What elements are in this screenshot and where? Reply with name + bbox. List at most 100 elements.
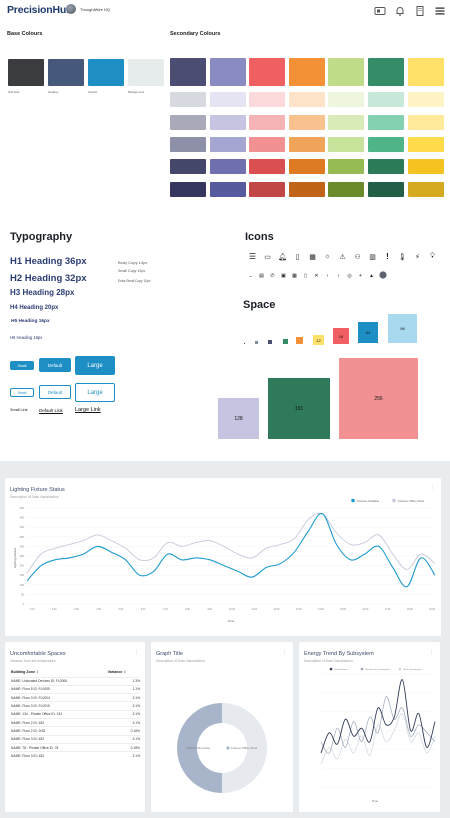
bell-icon[interactable]: [394, 4, 406, 16]
secondary-colour-swatch: [407, 115, 444, 130]
table-row[interactable]: NAME: 134 - Private Office ID: 134 3.1%: [11, 709, 140, 719]
base-colour-swatch: [88, 59, 124, 86]
x-tick-label: 2:00: [52, 608, 57, 611]
table-row[interactable]: NAME: Unlocated Devices ID: FL0006 1.3%: [11, 676, 140, 686]
large-link[interactable]: Large Link: [75, 407, 101, 413]
icon-row-1: ☰ ▭ 🔔︎ ▯ ▦ ☼ ⚠ ⚇ ▥ ! 🌡︎ ⚡︎ 💡︎: [245, 252, 440, 261]
x-tick-label: 8:00: [185, 608, 190, 611]
variance-cell: 3.1%: [107, 709, 140, 719]
default-filled-button[interactable]: Default: [39, 358, 71, 372]
legend-label[interactable]: Mechanical Consumption: [365, 668, 390, 671]
large-filled-button[interactable]: Large: [75, 356, 115, 375]
people-icon: ⚇: [354, 253, 361, 261]
x-tick-label: 4:00: [96, 608, 101, 611]
spaces-card-subtitle: Variance from set temperature: [10, 659, 56, 663]
variance-cell: 0.18%: [107, 726, 140, 736]
table-row[interactable]: NAME: Floor 3 ID: FL0015 3.1%: [11, 701, 140, 711]
secondary-colour-swatch: [249, 137, 286, 152]
more-options-icon[interactable]: ⋮: [134, 649, 139, 655]
table-row[interactable]: NAME: 78 - Private Office ID: 78 0.18%: [11, 742, 140, 752]
zone-cell: NAME: Floor 3 ID: FL0004: [11, 693, 108, 702]
space-box: [296, 337, 303, 344]
secondary-colour-swatch: [170, 159, 206, 174]
secondary-colour-swatch: [288, 137, 325, 152]
default-link[interactable]: Default Link: [39, 408, 63, 413]
grid-icon: ▦: [292, 273, 297, 279]
secondary-colour-swatch: [368, 92, 404, 107]
zone-cell: NAME: Floor 5 ID: FL0005: [11, 684, 108, 694]
target-icon: ◎: [347, 273, 352, 279]
donut-label: Fixtures Offline Shed: [231, 746, 258, 750]
icon-row-2: ⌄ ▤ ✆ ▣ ▦ ▯ ✕ ‹ › ◎ + ▲: [245, 271, 388, 281]
variance-cell: 3.1%: [107, 717, 140, 727]
hamburger-menu-icon[interactable]: [434, 4, 446, 16]
org-avatar: [66, 4, 76, 14]
legend-label[interactable]: Default Name: [334, 668, 348, 671]
table-row[interactable]: NAME: Floor 3 ID: 452 3.1%: [11, 751, 140, 760]
y-tick-label: 350: [20, 535, 25, 539]
h6-sample: H6 Heading 16px: [10, 335, 43, 340]
hamburger-icon: ☰: [248, 252, 257, 261]
icons-title: Icons: [245, 231, 274, 243]
x-tick-label: 14:00: [318, 608, 325, 611]
space-box: 16: [333, 328, 349, 344]
chevron-down-icon: ⌄: [248, 273, 253, 279]
base-colour-swatch: [48, 59, 84, 86]
small-outline-button[interactable]: Small: [10, 388, 34, 397]
secondary-colour-swatch: [328, 159, 365, 174]
y-tick-label: 400: [20, 525, 25, 529]
secondary-colour-swatch: [407, 92, 444, 107]
base-colour-swatch: [128, 59, 164, 86]
legend-dot: [351, 498, 355, 503]
small-link[interactable]: Small Link: [10, 408, 28, 412]
h3-sample: H3 Heading 28px: [10, 288, 75, 297]
id-card-icon: ▭: [264, 253, 271, 261]
base-colour-name: Sub Nav: [8, 90, 20, 94]
door-icon: ▯: [304, 273, 307, 279]
zone-cell: NAME: Floor 3 ID: FL0015: [11, 701, 108, 711]
exclamation-icon: !: [386, 252, 389, 261]
x-tick-label: 17:00: [385, 608, 392, 611]
space-box: 12: [313, 335, 324, 345]
table-row[interactable]: NAME: Floor 2 ID: 2r52 0.18%: [11, 726, 140, 736]
app-logo[interactable]: PrecisionHub: [7, 4, 72, 16]
energy-chart: Default Name Mechanical Consumption Plant …: [320, 667, 436, 803]
plus-icon: +: [359, 273, 362, 279]
legend-dot: [360, 667, 364, 671]
table-row[interactable]: NAME: Floor 3 ID: 452 3.1%: [11, 734, 140, 744]
body-copy-sample: Body Copy 14px: [118, 260, 148, 265]
x-tick-label: 9:00: [207, 608, 212, 611]
variance-cell: 3.1%: [107, 693, 140, 702]
y-axis-label: Lighting Fixtures: [13, 547, 17, 568]
legend-label[interactable]: Fixtures Offline Shed: [398, 499, 425, 503]
large-outline-button[interactable]: Large: [75, 383, 115, 402]
table-row[interactable]: NAME: Floor 3 ID: FL0004 3.1%: [11, 693, 140, 702]
table-row[interactable]: NAME: Floor 5 ID: FL0005 1.1%: [11, 684, 140, 694]
zone-cell: NAME: Floor 2 ID: 452: [11, 717, 108, 727]
x-tick-label: 15:00: [340, 608, 347, 611]
space-box: [255, 341, 258, 344]
building-icon[interactable]: [414, 4, 426, 16]
secondary-colour-swatch: [407, 182, 444, 197]
col-variance[interactable]: Variance ⇕: [108, 667, 140, 677]
legend-label[interactable]: Plant Consumption: [403, 668, 422, 671]
legend-label[interactable]: Fixtures Available: [357, 499, 379, 503]
secondary-colour-swatch: [328, 137, 365, 152]
small-filled-button[interactable]: Small: [10, 361, 34, 370]
h1-sample: H1 Heading 36px: [10, 256, 87, 267]
variance-cell: 1.1%: [107, 684, 140, 694]
space-box: 256: [339, 358, 418, 439]
table-row[interactable]: NAME: Floor 2 ID: 452 3.1%: [11, 717, 140, 727]
secondary-colour-swatch: [170, 182, 206, 197]
x-tick-label: 12:00: [273, 608, 280, 611]
col-building-zone[interactable]: Building Zone ⇕: [11, 667, 108, 677]
zone-cell: NAME: Unlocated Devices ID: FL0006: [11, 676, 108, 686]
monitor-icon[interactable]: [374, 4, 386, 16]
secondary-colour-swatch: [288, 115, 325, 130]
h4-sample: H4 Heading 20px: [10, 305, 59, 311]
zone-cell: NAME: Floor 2 ID: 2r52: [11, 726, 108, 736]
zone-cell: NAME: 134 - Private Office ID: 134: [11, 709, 108, 719]
x-tick-label: 5:00: [119, 608, 124, 611]
org-switcher[interactable]: ThoughtWire HQ: [66, 4, 110, 14]
default-outline-button[interactable]: Default: [39, 385, 71, 399]
